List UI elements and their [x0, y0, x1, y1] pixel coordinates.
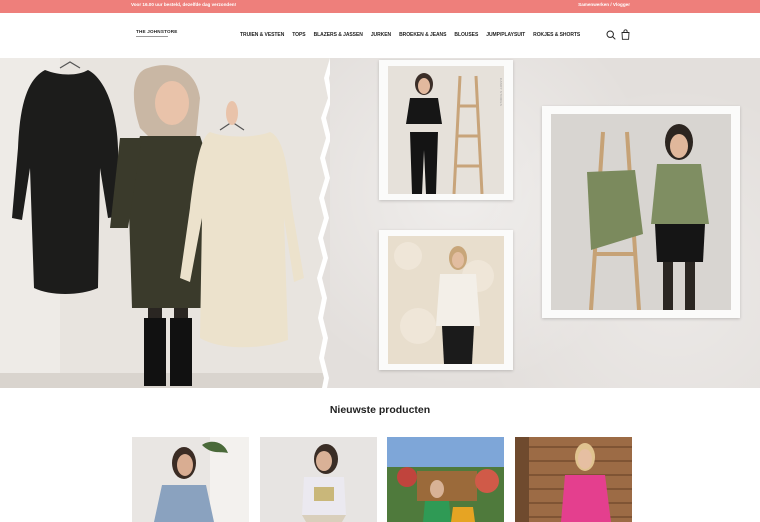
photo-woman-white-sweater	[388, 236, 504, 364]
announcement-text: Voor 16.00 uur besteld, dezelfde dag ver…	[131, 2, 237, 7]
photo-illustration	[388, 66, 504, 194]
photo-illustration	[388, 236, 504, 364]
nav-item-jump-playsuit[interactable]: JUMP/PLAYSUIT	[486, 32, 525, 38]
product-image	[387, 437, 504, 522]
store-logo[interactable]: THE JOHNSTORE	[136, 29, 178, 37]
product-card[interactable]	[132, 437, 249, 522]
product-card[interactable]	[387, 437, 504, 522]
hero-banner[interactable]: CANDY STORIES	[0, 58, 760, 388]
photo-woman-green-sweater	[551, 114, 731, 310]
photo-woman-black-outfit	[388, 66, 504, 194]
nav-item-tops[interactable]: TOPS	[292, 32, 305, 38]
logo-underline	[136, 36, 168, 37]
announcement-bar: Voor 16.00 uur besteld, dezelfde dag ver…	[0, 0, 760, 13]
polaroid-photo: CANDY STORIES	[379, 60, 513, 200]
shopping-bag-icon[interactable]	[621, 29, 630, 40]
product-image	[515, 437, 632, 522]
product-image	[132, 437, 249, 522]
collaborate-link[interactable]: Samenwerken / Vlogger	[578, 2, 630, 7]
product-card[interactable]	[515, 437, 632, 522]
nav-item-rokjes-shorts[interactable]: ROKJES & SHORTS	[533, 32, 580, 38]
product-image	[260, 437, 377, 522]
hero-photo-woman-holding-dresses	[0, 58, 330, 388]
hero-photo-illustration	[0, 58, 330, 388]
site-header: THE JOHNSTORE TRUIEN & VESTEN TOPS BLAZE…	[0, 13, 760, 58]
photo-illustration	[551, 114, 731, 310]
nav-item-jurken[interactable]: JURKEN	[371, 32, 391, 38]
photo-tag: CANDY STORIES	[498, 77, 503, 107]
newest-products-title: Nieuwste producten	[329, 404, 431, 416]
polaroid-photo	[379, 230, 513, 370]
nav-item-blouses[interactable]: BLOUSES	[454, 32, 478, 38]
main-navigation: TRUIEN & VESTEN TOPS BLAZERS & JASSEN JU…	[240, 32, 588, 38]
logo-text: THE JOHNSTORE	[136, 29, 178, 34]
nav-item-truien-vesten[interactable]: TRUIEN & VESTEN	[240, 32, 284, 38]
nav-item-blazers-jassen[interactable]: BLAZERS & JASSEN	[314, 32, 363, 38]
product-card[interactable]	[260, 437, 377, 522]
search-icon[interactable]	[606, 30, 616, 40]
nav-item-broeken-jeans[interactable]: BROEKEN & JEANS	[399, 32, 446, 38]
polaroid-photo	[542, 106, 740, 318]
hero-collage: CANDY STORIES	[330, 58, 760, 388]
